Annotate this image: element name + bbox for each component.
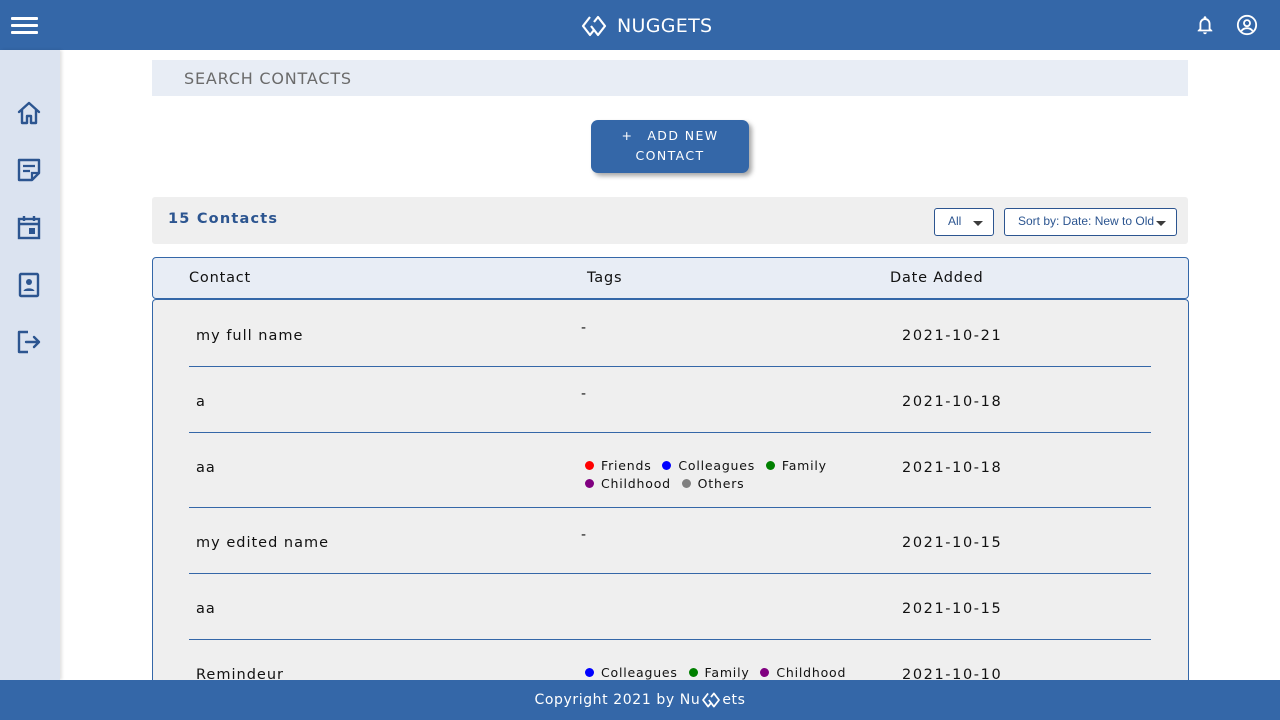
add-button-label-line1: ADD NEW — [647, 128, 719, 143]
tag-childhood[interactable]: Childhood — [585, 475, 671, 493]
contact-name: aa — [196, 601, 216, 617]
chevron-down-icon — [1156, 221, 1166, 226]
contact-name: my edited name — [196, 535, 330, 551]
tag-label: Childhood — [776, 665, 847, 680]
tag-label: Colleagues — [601, 665, 678, 680]
contact-tags: Friends Colleagues Family Childhood Othe… — [585, 457, 885, 493]
copyright-text: Copyright 2021 by Nu ets — [534, 692, 745, 708]
tag-label: Childhood — [601, 476, 671, 491]
calendar-icon[interactable] — [16, 214, 42, 240]
contact-name: my full name — [196, 328, 304, 344]
add-new-contact-button[interactable]: + ADD NEW CONTACT — [591, 120, 749, 173]
user-circle-icon[interactable] — [1236, 14, 1258, 36]
diamond-logo-icon — [581, 15, 607, 37]
contact-name: a — [196, 394, 206, 410]
contact-tags-empty: - — [581, 386, 587, 402]
table-row[interactable]: aa Friends Colleagues Family Childhood O… — [189, 433, 1151, 508]
date-added: 2021-10-18 — [902, 394, 1003, 410]
purple-dot-icon — [585, 479, 594, 488]
column-header-date-added[interactable]: Date Added — [890, 270, 983, 286]
tag-label: Family — [704, 665, 750, 680]
table-header: Contact Tags Date Added — [152, 257, 1189, 299]
tag-label: Family — [781, 458, 827, 473]
contact-book-icon[interactable] — [16, 272, 42, 298]
top-bar: NUGGETS — [0, 0, 1280, 50]
contacts-table: my full name - 2021-10-21 a - 2021-10-18… — [152, 299, 1189, 699]
date-added: 2021-10-21 — [902, 328, 1003, 344]
gray-dot-icon — [681, 479, 691, 488]
date-added: 2021-10-15 — [902, 535, 1003, 551]
app-title: NUGGETS — [617, 15, 713, 37]
contact-name: aa — [196, 460, 216, 476]
column-header-contact[interactable]: Contact — [189, 270, 251, 286]
brand[interactable]: NUGGETS — [581, 14, 712, 38]
tag-label: Friends — [601, 458, 652, 473]
search-input[interactable] — [152, 60, 1188, 96]
table-row[interactable]: my full name - 2021-10-21 — [189, 300, 1151, 367]
contact-tags-empty: - — [581, 320, 587, 336]
note-icon[interactable] — [16, 157, 42, 183]
purple-dot-icon — [760, 668, 770, 677]
tag-label: Colleagues — [678, 458, 756, 473]
sort-select[interactable]: Sort by: Date: New to Old — [1004, 208, 1177, 236]
blue-dot-icon — [585, 668, 594, 677]
date-added: 2021-10-15 — [902, 601, 1003, 617]
green-dot-icon — [765, 461, 775, 470]
blue-dot-icon — [662, 461, 672, 470]
bell-icon[interactable] — [1194, 14, 1216, 36]
chevron-down-icon — [973, 221, 983, 226]
tag-filter-value: All — [948, 214, 962, 228]
logout-icon[interactable] — [16, 329, 42, 355]
contact-tags-empty: - — [581, 527, 587, 543]
date-added: 2021-10-18 — [902, 460, 1003, 476]
green-dot-icon — [688, 668, 698, 677]
table-row[interactable]: aa 2021-10-15 — [189, 574, 1151, 640]
table-row[interactable]: a - 2021-10-18 — [189, 367, 1151, 433]
tag-label: Others — [697, 476, 745, 491]
tag-filter-select[interactable]: All — [934, 208, 994, 236]
sidebar — [0, 50, 60, 680]
table-row[interactable]: my edited name - 2021-10-15 — [189, 508, 1151, 574]
plus-icon: + — [621, 128, 634, 143]
contacts-count: 15 Contacts — [168, 211, 279, 227]
tag-family[interactable]: Family — [765, 457, 827, 475]
copyright-prefix: Copyright 2021 by Nu — [534, 692, 701, 708]
home-icon[interactable] — [16, 100, 42, 126]
tag-others[interactable]: Others — [681, 475, 745, 493]
add-button-label-line2: CONTACT — [635, 148, 705, 163]
sort-value: Sort by: Date: New to Old — [1018, 214, 1155, 228]
tag-colleagues[interactable]: Colleagues — [662, 457, 755, 475]
diamond-logo-icon — [702, 692, 721, 708]
contacts-toolbar: 15 Contacts All Sort by: Date: New to Ol… — [152, 197, 1188, 244]
column-header-tags[interactable]: Tags — [587, 270, 622, 286]
hamburger-menu-icon[interactable] — [11, 17, 38, 35]
search-bar — [152, 60, 1188, 96]
copyright-suffix: ets — [722, 692, 746, 708]
tag-friends[interactable]: Friends — [585, 457, 652, 475]
red-dot-icon — [585, 461, 594, 470]
footer: Copyright 2021 by Nu ets — [0, 680, 1280, 720]
